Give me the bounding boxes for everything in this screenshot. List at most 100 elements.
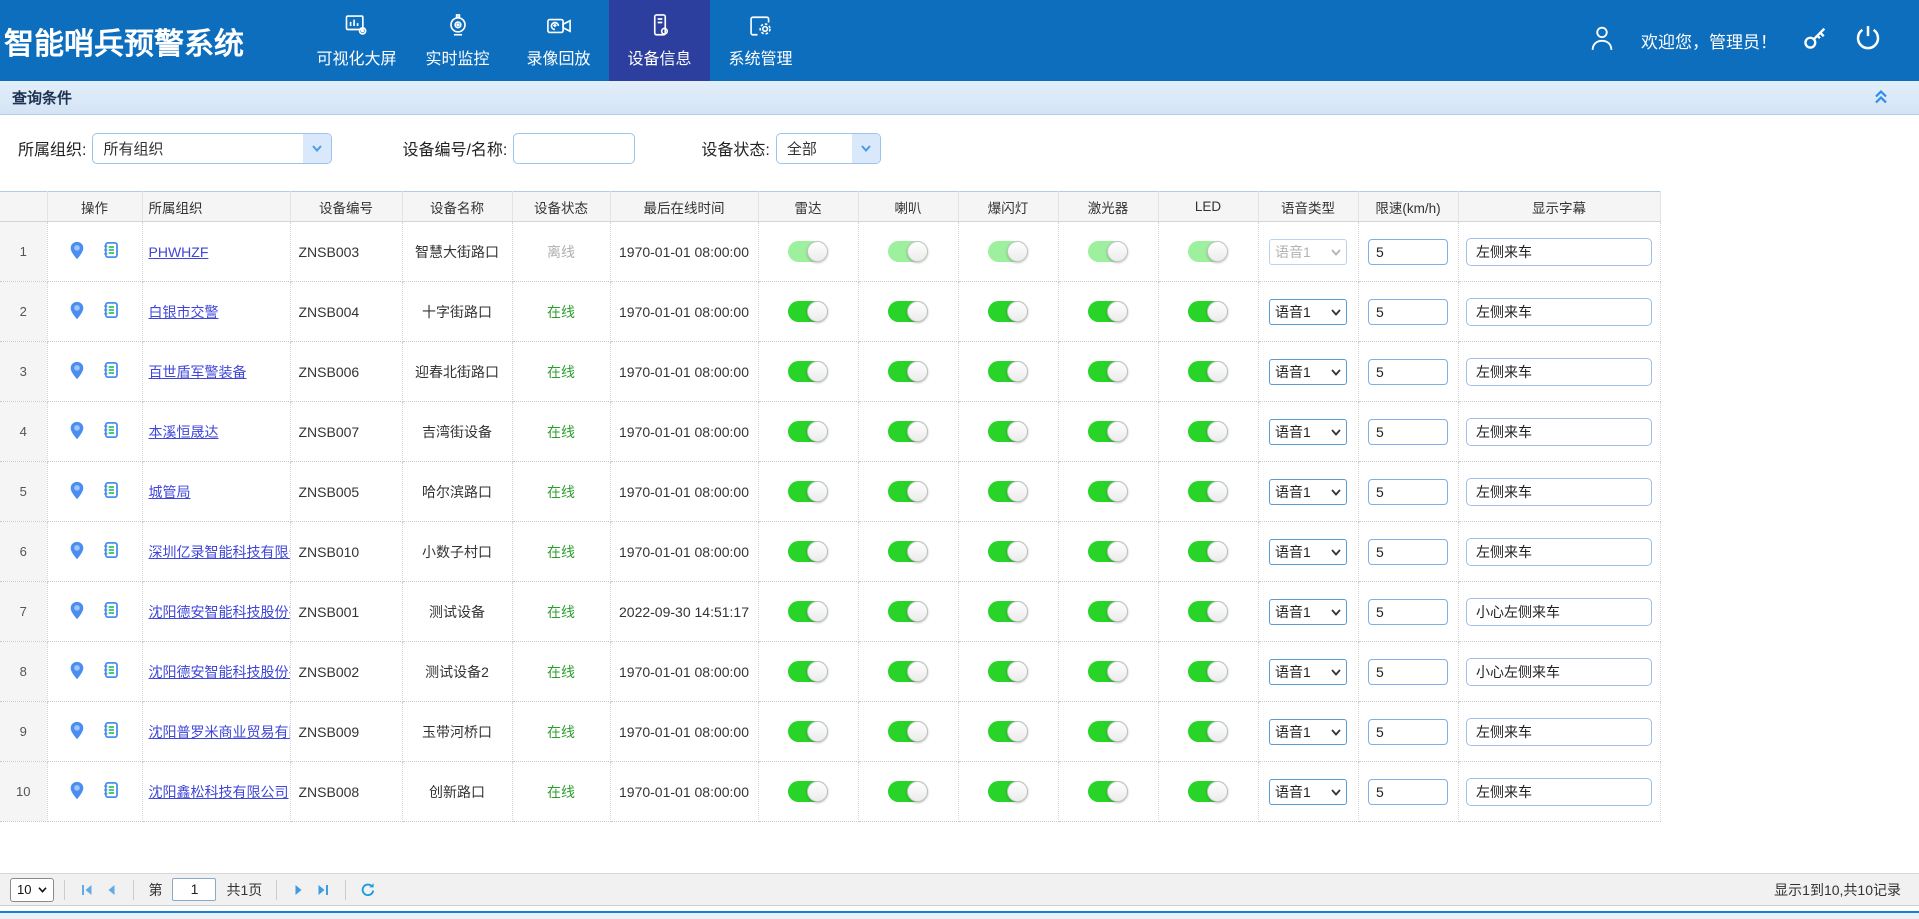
log-icon[interactable]: [102, 601, 120, 622]
led-toggle[interactable]: [1188, 781, 1228, 802]
led-toggle[interactable]: [1188, 721, 1228, 742]
voice-type-select[interactable]: 语音1: [1269, 719, 1347, 745]
radar-toggle[interactable]: [788, 481, 828, 502]
led-toggle[interactable]: [1188, 301, 1228, 322]
subtitle-input[interactable]: 左侧来车: [1466, 478, 1652, 506]
log-icon[interactable]: [102, 661, 120, 682]
first-page-icon[interactable]: [75, 878, 99, 902]
speed-limit-input[interactable]: 5: [1368, 239, 1448, 265]
map-pin-icon[interactable]: [69, 661, 85, 683]
org-link[interactable]: 沈阳德安智能科技股份有: [149, 664, 291, 680]
org-link[interactable]: 百世盾军警装备: [149, 364, 247, 380]
horn-toggle[interactable]: [888, 421, 928, 442]
last-page-icon[interactable]: [311, 878, 335, 902]
strobe-toggle[interactable]: [988, 241, 1028, 262]
power-icon[interactable]: [1853, 23, 1883, 58]
map-pin-icon[interactable]: [69, 601, 85, 623]
log-icon[interactable]: [102, 781, 120, 802]
device-filter-input[interactable]: [513, 133, 635, 164]
radar-toggle[interactable]: [788, 601, 828, 622]
voice-type-select[interactable]: 语音1: [1269, 539, 1347, 565]
horn-toggle[interactable]: [888, 661, 928, 682]
voice-type-select[interactable]: 语音1: [1269, 299, 1347, 325]
subtitle-input[interactable]: 左侧来车: [1466, 718, 1652, 746]
key-icon[interactable]: [1801, 24, 1829, 57]
horn-toggle[interactable]: [888, 241, 928, 262]
map-pin-icon[interactable]: [69, 781, 85, 803]
horn-toggle[interactable]: [888, 301, 928, 322]
strobe-toggle[interactable]: [988, 361, 1028, 382]
speed-limit-input[interactable]: 5: [1368, 539, 1448, 565]
voice-type-select[interactable]: 语音1: [1269, 659, 1347, 685]
subtitle-input[interactable]: 小心左侧来车: [1466, 598, 1652, 626]
status-filter-select[interactable]: 全部: [776, 133, 881, 164]
laser-toggle[interactable]: [1088, 481, 1128, 502]
prev-page-icon[interactable]: [99, 878, 123, 902]
strobe-toggle[interactable]: [988, 301, 1028, 322]
strobe-toggle[interactable]: [988, 661, 1028, 682]
led-toggle[interactable]: [1188, 361, 1228, 382]
subtitle-input[interactable]: 左侧来车: [1466, 298, 1652, 326]
led-toggle[interactable]: [1188, 661, 1228, 682]
radar-toggle[interactable]: [788, 721, 828, 742]
laser-toggle[interactable]: [1088, 421, 1128, 442]
org-link[interactable]: 白银市交警: [149, 304, 219, 320]
radar-toggle[interactable]: [788, 241, 828, 262]
led-toggle[interactable]: [1188, 541, 1228, 562]
led-toggle[interactable]: [1188, 601, 1228, 622]
org-link[interactable]: 沈阳鑫松科技有限公司: [149, 784, 289, 800]
next-page-icon[interactable]: [287, 878, 311, 902]
radar-toggle[interactable]: [788, 541, 828, 562]
log-icon[interactable]: [102, 541, 120, 562]
log-icon[interactable]: [102, 361, 120, 382]
horn-toggle[interactable]: [888, 601, 928, 622]
laser-toggle[interactable]: [1088, 541, 1128, 562]
map-pin-icon[interactable]: [69, 241, 85, 263]
horn-toggle[interactable]: [888, 541, 928, 562]
strobe-toggle[interactable]: [988, 541, 1028, 562]
subtitle-input[interactable]: 左侧来车: [1466, 238, 1652, 266]
map-pin-icon[interactable]: [69, 361, 85, 383]
voice-type-select[interactable]: 语音1: [1269, 599, 1347, 625]
speed-limit-input[interactable]: 5: [1368, 299, 1448, 325]
map-pin-icon[interactable]: [69, 481, 85, 503]
laser-toggle[interactable]: [1088, 661, 1128, 682]
led-toggle[interactable]: [1188, 241, 1228, 262]
nav-item-device-info[interactable]: 设备信息: [609, 0, 710, 81]
radar-toggle[interactable]: [788, 661, 828, 682]
voice-type-select[interactable]: 语音1: [1269, 419, 1347, 445]
subtitle-input[interactable]: 左侧来车: [1466, 778, 1652, 806]
strobe-toggle[interactable]: [988, 781, 1028, 802]
nav-item-visualization[interactable]: 可视化大屏: [306, 0, 407, 81]
org-link[interactable]: 深圳亿录智能科技有限公: [149, 544, 291, 560]
page-number-input[interactable]: 1: [172, 878, 216, 901]
laser-toggle[interactable]: [1088, 241, 1128, 262]
voice-type-select[interactable]: 语音1: [1269, 779, 1347, 805]
radar-toggle[interactable]: [788, 421, 828, 442]
radar-toggle[interactable]: [788, 781, 828, 802]
horn-toggle[interactable]: [888, 721, 928, 742]
org-link[interactable]: 城管局: [149, 484, 191, 500]
led-toggle[interactable]: [1188, 481, 1228, 502]
strobe-toggle[interactable]: [988, 721, 1028, 742]
log-icon[interactable]: [102, 301, 120, 322]
horn-toggle[interactable]: [888, 781, 928, 802]
laser-toggle[interactable]: [1088, 601, 1128, 622]
nav-item-playback[interactable]: 录像回放: [508, 0, 609, 81]
speed-limit-input[interactable]: 5: [1368, 599, 1448, 625]
map-pin-icon[interactable]: [69, 301, 85, 323]
speed-limit-input[interactable]: 5: [1368, 779, 1448, 805]
speed-limit-input[interactable]: 5: [1368, 359, 1448, 385]
radar-toggle[interactable]: [788, 301, 828, 322]
log-icon[interactable]: [102, 241, 120, 262]
subtitle-input[interactable]: 左侧来车: [1466, 358, 1652, 386]
nav-item-system-manage[interactable]: 系统管理: [710, 0, 811, 81]
org-link[interactable]: 本溪恒晟达: [149, 424, 219, 440]
subtitle-input[interactable]: 左侧来车: [1466, 538, 1652, 566]
org-link[interactable]: 沈阳德安智能科技股份有: [149, 604, 291, 620]
subtitle-input[interactable]: 小心左侧来车: [1466, 658, 1652, 686]
laser-toggle[interactable]: [1088, 301, 1128, 322]
laser-toggle[interactable]: [1088, 781, 1128, 802]
map-pin-icon[interactable]: [69, 541, 85, 563]
voice-type-select[interactable]: 语音1: [1269, 239, 1347, 265]
